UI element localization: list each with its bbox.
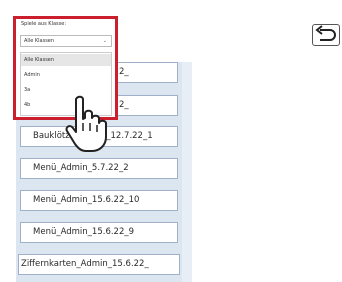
dropdown-option[interactable]: Admin bbox=[21, 69, 111, 81]
class-select-value: Alle Klassen bbox=[24, 38, 55, 44]
list-scrollbar[interactable] bbox=[182, 62, 192, 282]
class-select[interactable]: Alle Klassen ⌄ bbox=[20, 35, 112, 47]
game-list-item[interactable]: Menü_Admin_15.6.22_9 bbox=[20, 222, 178, 243]
game-list-item[interactable]: Ziffernkarten_Admin_15.6.22_ bbox=[18, 254, 180, 275]
filter-label: Spiele aus Klasse: bbox=[21, 21, 66, 27]
hand-pointer-icon bbox=[65, 95, 107, 152]
game-list-item[interactable]: Menü_Admin_15.6.22_10 bbox=[20, 190, 178, 211]
game-list-item[interactable]: Menü_Admin_5.7.22_2 bbox=[20, 158, 178, 179]
dropdown-option[interactable]: Alle Klassen bbox=[21, 54, 111, 66]
undo-arrow-icon bbox=[315, 25, 336, 41]
chevron-down-icon: ⌄ bbox=[102, 38, 107, 44]
back-button[interactable] bbox=[312, 24, 340, 46]
